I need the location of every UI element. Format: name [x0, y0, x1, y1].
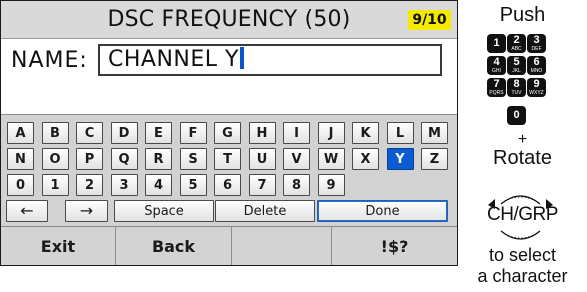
keypad-digit: 7: [493, 78, 500, 90]
keypad-digit: 6: [533, 56, 540, 68]
key-m[interactable]: M: [421, 122, 448, 144]
name-value: CHANNEL Y: [108, 47, 239, 72]
a-character-label: a character: [477, 266, 568, 286]
key-n[interactable]: N: [7, 148, 34, 170]
keypad-4-icon: 4 GHI: [487, 56, 506, 75]
back-softkey[interactable]: Back: [116, 227, 232, 265]
key-3[interactable]: 3: [110, 174, 138, 196]
keypad-3-icon: 3 DEF: [527, 34, 546, 53]
key-h[interactable]: H: [248, 122, 276, 144]
name-label: NAME:: [11, 48, 88, 73]
key-8[interactable]: 8: [283, 174, 310, 196]
key-1[interactable]: 1: [41, 174, 69, 196]
key-5[interactable]: 5: [179, 174, 207, 196]
keypad-digit: 8: [513, 78, 520, 90]
keypad-digit: 2: [513, 34, 520, 46]
to-select-label: to select: [488, 245, 557, 265]
key-s[interactable]: S: [179, 148, 207, 170]
keypad-digit: 5: [513, 56, 520, 68]
key-t[interactable]: T: [214, 148, 241, 170]
key-4[interactable]: 4: [145, 174, 172, 196]
key-2[interactable]: 2: [76, 174, 103, 196]
page-indicator-badge: 9/10: [408, 10, 451, 30]
cursor-left-key[interactable]: ←: [6, 200, 48, 222]
key-f[interactable]: F: [179, 122, 207, 144]
key-a[interactable]: A: [7, 122, 34, 144]
keypad-8-icon: 8 TUV: [507, 78, 526, 97]
keypad-letters: DEF: [531, 46, 542, 52]
keypad-digit: 9: [533, 78, 540, 90]
keypad-letters: WXYZ: [529, 90, 544, 96]
keypad-letters: TUV: [511, 90, 522, 96]
push-label: Push: [499, 4, 546, 26]
key-x[interactable]: X: [352, 148, 379, 170]
text-cursor: [239, 47, 244, 69]
keypad-letters: PQRS: [489, 90, 504, 96]
symbols-softkey[interactable]: !$?: [332, 227, 457, 265]
cursor-right-key[interactable]: →: [65, 200, 108, 222]
knob-label: CH/GRP: [487, 204, 558, 225]
key-v[interactable]: V: [283, 148, 310, 170]
key-u[interactable]: U: [248, 148, 276, 170]
lcd-screen: DSC FREQUENCY (50) 9/10 NAME: CHANNEL Y …: [0, 0, 458, 266]
key-g[interactable]: G: [214, 122, 241, 144]
blank-softkey[interactable]: [232, 227, 332, 265]
softkey-bar: Exit Back !$?: [1, 226, 457, 265]
instruction-panel: Push 1 2 ABC 3 DEF 4 GHI 5 JKL 6 MNO 7 PQRS 8 TUV 9 WXYZ…: [458, 0, 587, 292]
key-y[interactable]: Y: [386, 148, 414, 170]
keypad-digit: 4: [493, 56, 500, 68]
plus-label: +: [517, 131, 528, 148]
done-key[interactable]: Done: [317, 200, 448, 222]
keypad-5-icon: 5 JKL: [507, 56, 526, 75]
title-bar: DSC FREQUENCY (50) 9/10: [1, 1, 457, 39]
key-b[interactable]: B: [41, 122, 69, 144]
character-keyboard: ABCDEFGHIJKLM NOPQRSTUVWXYZ 0123456789 ← →…: [1, 114, 457, 227]
keypad-letters: MNO: [530, 68, 543, 74]
keypad-letters: GHI: [492, 68, 501, 74]
keypad-letters: ABC: [511, 46, 522, 52]
key-i[interactable]: I: [283, 122, 310, 144]
key-c[interactable]: C: [76, 122, 103, 144]
key-q[interactable]: Q: [110, 148, 138, 170]
name-input[interactable]: CHANNEL Y: [98, 44, 442, 76]
key-w[interactable]: W: [317, 148, 345, 170]
keypad-9-icon: 9 WXYZ: [527, 78, 546, 97]
keypad-digit: 1: [493, 37, 500, 49]
keypad-7-icon: 7 PQRS: [487, 78, 506, 97]
key-k[interactable]: K: [352, 122, 379, 144]
key-9[interactable]: 9: [317, 174, 345, 196]
key-p[interactable]: P: [76, 148, 103, 170]
keypad-letters: JKL: [512, 68, 521, 74]
key-7[interactable]: 7: [248, 174, 276, 196]
delete-key[interactable]: Delete: [215, 200, 315, 222]
key-z[interactable]: Z: [421, 148, 448, 170]
keypad-0-icon: 0: [507, 106, 526, 125]
key-d[interactable]: D: [110, 122, 138, 144]
key-r[interactable]: R: [145, 148, 172, 170]
space-key[interactable]: Space: [114, 200, 214, 222]
keypad-digit: 3: [533, 34, 540, 46]
key-6[interactable]: 6: [214, 174, 241, 196]
key-0[interactable]: 0: [7, 174, 34, 196]
rotate-label: Rotate: [493, 147, 552, 169]
screen-title: DSC FREQUENCY (50): [107, 7, 351, 32]
exit-softkey[interactable]: Exit: [1, 227, 116, 265]
keypad-digit: 0: [513, 109, 520, 121]
key-o[interactable]: O: [41, 148, 69, 170]
key-l[interactable]: L: [386, 122, 414, 144]
key-e[interactable]: E: [145, 122, 172, 144]
key-j[interactable]: J: [317, 122, 345, 144]
keypad-2-icon: 2 ABC: [507, 34, 526, 53]
keypad-6-icon: 6 MNO: [527, 56, 546, 75]
keypad-1-icon: 1: [487, 34, 506, 53]
